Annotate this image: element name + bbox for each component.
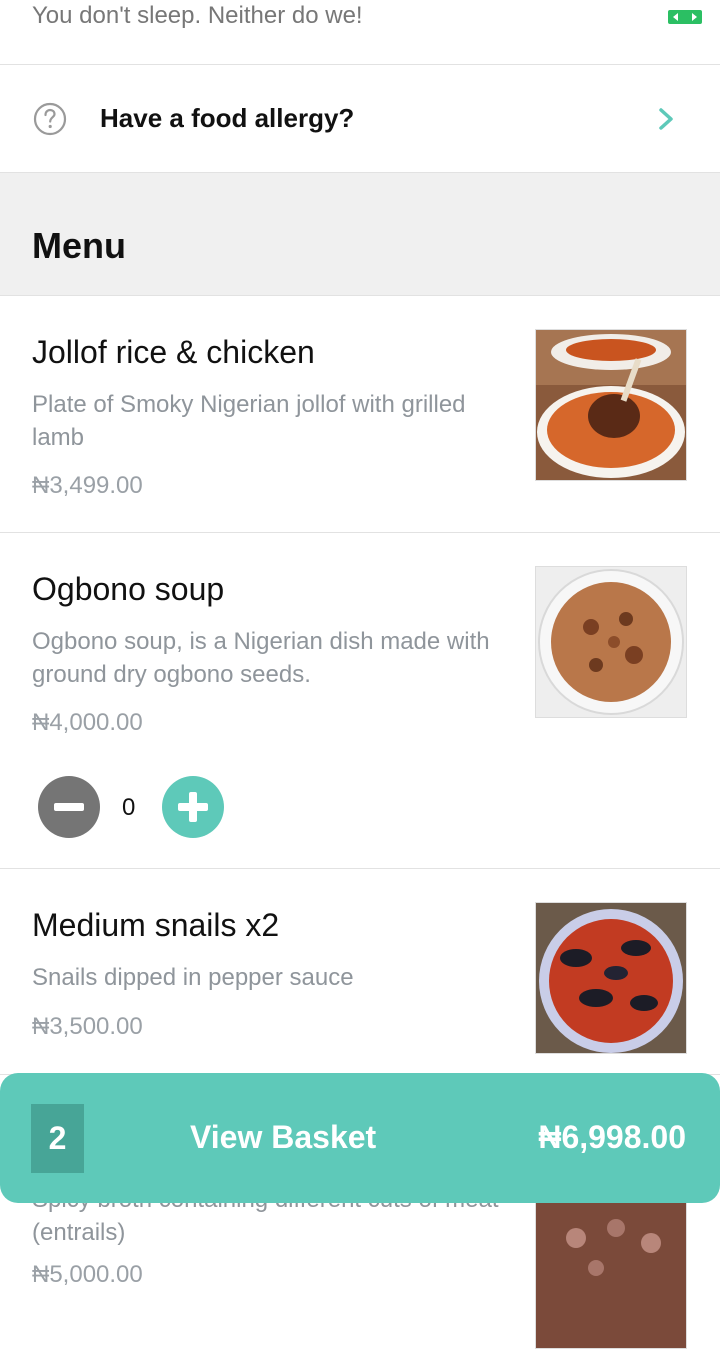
view-basket-label: View Basket <box>190 1119 377 1155</box>
jollof-rice-image <box>535 329 687 481</box>
basket-total: ₦6,998.00 <box>538 1119 686 1155</box>
chevron-right-icon <box>659 108 673 130</box>
quantity-value: 0 <box>122 794 136 821</box>
food-allergy-row[interactable]: Have a food allergy? <box>0 65 720 173</box>
snails-image <box>535 902 687 1054</box>
decrease-quantity-button[interactable] <box>38 776 100 838</box>
pepper-soup-image <box>535 1197 687 1349</box>
menu-title: Menu <box>32 225 126 266</box>
item-price: ₦4,000.00 <box>32 709 143 736</box>
item-description: Ogbono soup, is a Nigerian dish made wit… <box>32 628 490 688</box>
increase-quantity-button[interactable] <box>162 776 224 838</box>
menu-item-jollof-rice[interactable]: Jollof rice & chicken Plate of Smoky Nig… <box>0 295 720 532</box>
question-icon <box>33 102 67 136</box>
banner-text: You don't sleep. Neither do we! <box>32 2 363 29</box>
item-description: Plate of Smoky Nigerian jollof with gril… <box>32 391 466 451</box>
basket-count-badge: 2 <box>31 1104 84 1173</box>
ogbono-soup-image <box>535 566 687 718</box>
item-name: Jollof rice & chicken <box>32 334 315 370</box>
info-banner: You don't sleep. Neither do we! <box>0 0 720 65</box>
item-name: Ogbono soup <box>32 571 225 607</box>
item-price: ₦3,500.00 <box>32 1013 143 1040</box>
food-allergy-label: Have a food allergy? <box>100 103 355 133</box>
menu-item-medium-snails[interactable]: Medium snails x2 Snails dipped in pepper… <box>0 868 720 1074</box>
open-badge-icon <box>668 10 702 24</box>
item-name: Medium snails x2 <box>32 907 280 943</box>
view-basket-button[interactable]: 2 View Basket ₦6,998.00 <box>0 1073 720 1203</box>
quantity-stepper: 0 <box>0 768 720 868</box>
item-price: ₦5,000.00 <box>32 1261 143 1288</box>
menu-section-header: Menu <box>0 173 720 295</box>
item-description: Snails dipped in pepper sauce <box>32 964 354 991</box>
item-price: ₦3,499.00 <box>32 472 143 499</box>
menu-item-ogbono-soup[interactable]: Ogbono soup Ogbono soup, is a Nigerian d… <box>0 532 720 769</box>
